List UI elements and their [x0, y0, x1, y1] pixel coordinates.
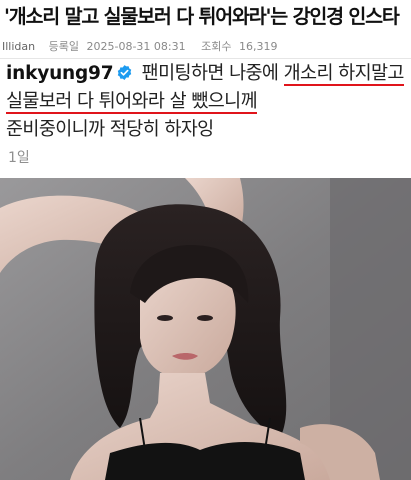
- views-label: 조회수: [201, 40, 232, 53]
- meta-divider: [0, 58, 411, 59]
- caption-text-3: 준비중이니까 적당히 하자잉: [6, 119, 214, 140]
- page: '개소리 말고 실물보러 다 튀어와라'는 강인경 인스타 ㄷㄷㄷ Illida…: [0, 0, 411, 480]
- post-timestamp: 1일: [8, 150, 30, 166]
- verified-badge-icon: [118, 65, 132, 80]
- article-meta: Illidan 등록일 2025-08-31 08:31 조회수 16,319: [2, 40, 407, 54]
- post-date: 2025-08-31 08:31: [86, 40, 186, 53]
- instagram-username[interactable]: inkyung97: [6, 63, 114, 84]
- caption-text-1a: 팬미팅하면 나중에: [136, 63, 284, 84]
- caption-text-1b-underlined: 개소리 하지말고: [283, 63, 404, 86]
- date-label: 등록일: [48, 40, 79, 53]
- author-name[interactable]: Illidan: [2, 40, 35, 54]
- caption-line-2: 실물보러 다 튀어와라 살 뺐으니께: [6, 88, 406, 116]
- photo-illustration: [0, 178, 411, 480]
- post-photo[interactable]: [0, 178, 411, 480]
- caption-text-2-underlined: 실물보러 다 튀어와라 살 뺐으니께: [6, 91, 258, 114]
- caption-line-3: 준비중이니까 적당히 하자잉: [6, 116, 406, 144]
- article-headline: '개소리 말고 실물보러 다 튀어와라'는 강인경 인스타 ㄷㄷㄷ: [4, 5, 407, 28]
- instagram-caption: inkyung97 팬미팅하면 나중에 개소리 하지말고 실물보러 다 튀어와라…: [6, 60, 406, 144]
- view-count: 16,319: [238, 40, 278, 53]
- caption-line-1: inkyung97 팬미팅하면 나중에 개소리 하지말고: [6, 60, 406, 88]
